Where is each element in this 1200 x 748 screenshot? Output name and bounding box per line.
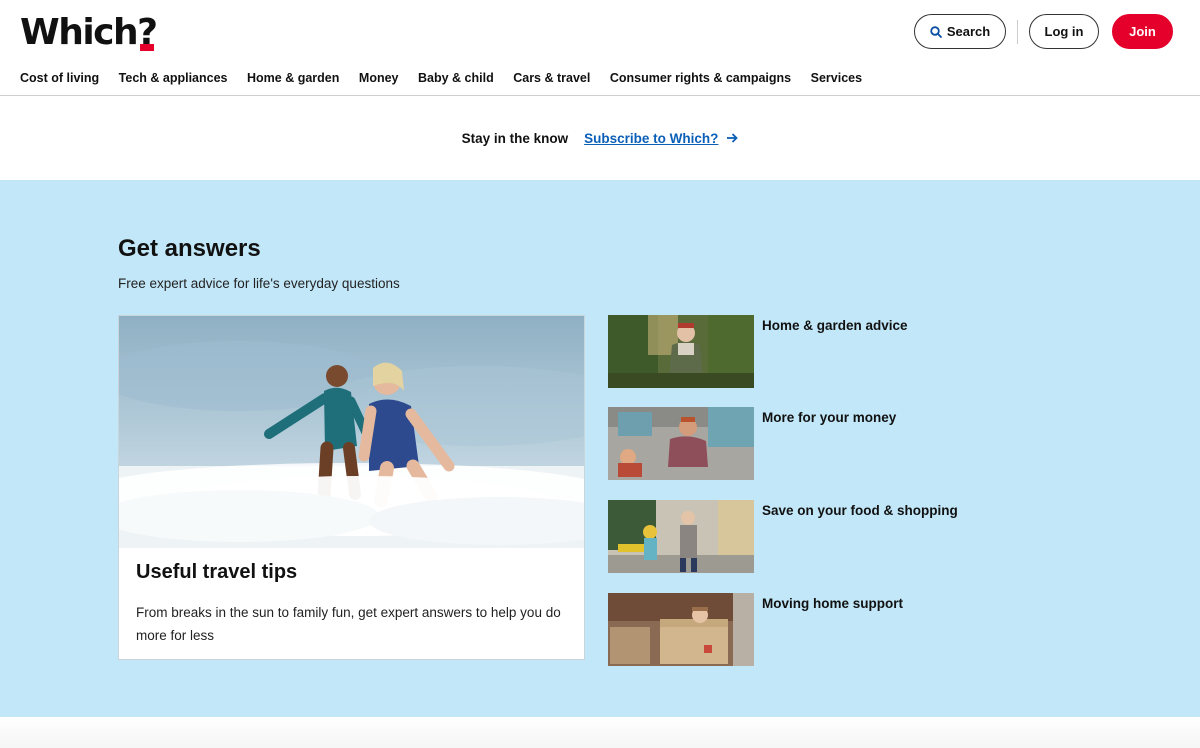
arrow-right-icon — [727, 133, 739, 143]
nav-item-cars-travel[interactable]: Cars & travel — [513, 71, 590, 85]
search-icon — [930, 25, 942, 38]
nav-item-baby-child[interactable]: Baby & child — [418, 71, 494, 85]
item-label: More for your money — [762, 410, 897, 425]
thumb-image-family-sofa — [608, 407, 754, 480]
subscribe-text: Stay in the know — [461, 130, 569, 146]
item-label: Save on your food & shopping — [762, 503, 958, 518]
nav-item-services[interactable]: Services — [811, 71, 862, 85]
site-header: Which? Search Log in Join Cost of living… — [0, 0, 1200, 96]
thumb-image-street-shopping — [608, 500, 754, 573]
feature-description: From breaks in the sun to family fun, ge… — [136, 605, 561, 643]
subscribe-banner: Stay in the know Subscribe to Which? — [0, 96, 1200, 180]
footer-strip — [0, 717, 1200, 748]
item-label: Moving home support — [762, 596, 903, 611]
header-actions: Search Log in Join — [914, 14, 1173, 49]
which-logo[interactable]: Which? — [20, 12, 158, 53]
feature-image-sea-swimmers — [119, 316, 584, 548]
search-button[interactable]: Search — [914, 14, 1006, 49]
feature-title: Useful travel tips — [136, 561, 298, 583]
join-button[interactable]: Join — [1112, 14, 1173, 49]
subscribe-link-label: Subscribe to Which? — [584, 130, 719, 146]
nav-item-money[interactable]: Money — [359, 71, 399, 85]
main-nav: Cost of living Tech & appliances Home & … — [20, 71, 882, 85]
logo-question-mark: ? — [137, 12, 158, 53]
nav-item-home-garden[interactable]: Home & garden — [247, 71, 339, 85]
header-divider — [1017, 19, 1018, 44]
item-save-food-shopping[interactable]: Save on your food & shopping — [608, 500, 968, 573]
nav-item-consumer-rights[interactable]: Consumer rights & campaigns — [610, 71, 791, 85]
subscribe-link[interactable]: Subscribe to Which? — [584, 130, 739, 146]
thumb-image-moving-boxes — [608, 593, 754, 666]
nav-item-cost-of-living[interactable]: Cost of living — [20, 71, 99, 85]
section-subtitle: Free expert advice for life's everyday q… — [118, 276, 400, 291]
item-home-garden-advice[interactable]: Home & garden advice — [608, 315, 968, 388]
login-button[interactable]: Log in — [1029, 14, 1099, 49]
logo-text: Which — [20, 12, 139, 53]
section-title: Get answers — [118, 235, 261, 262]
search-label: Search — [946, 24, 991, 39]
item-label: Home & garden advice — [762, 318, 908, 333]
item-moving-home-support[interactable]: Moving home support — [608, 593, 968, 666]
feature-card-travel[interactable]: Useful travel tips From breaks in the su… — [118, 315, 585, 660]
nav-item-tech-appliances[interactable]: Tech & appliances — [119, 71, 228, 85]
item-more-for-your-money[interactable]: More for your money — [608, 407, 968, 480]
get-answers-section: Get answers Free expert advice for life'… — [0, 180, 1200, 717]
thumb-image-gardener — [608, 315, 754, 388]
